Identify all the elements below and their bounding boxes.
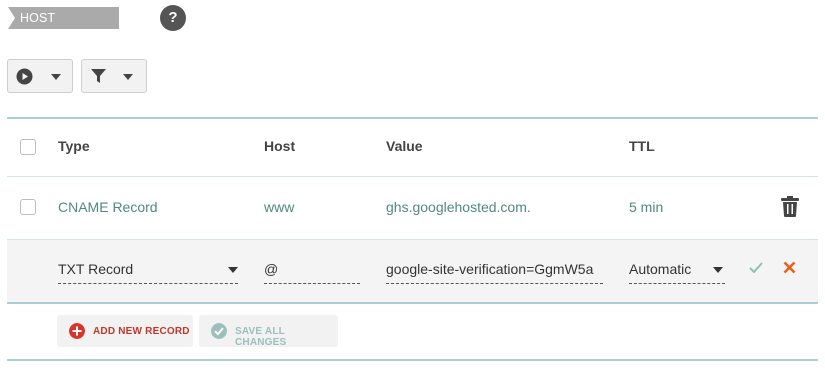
record-ttl[interactable]: 5 min [629, 199, 663, 215]
section-title-tag: HOST RECORDS [8, 7, 119, 29]
table-top-rule [7, 117, 818, 119]
record-type[interactable]: CNAME Record [58, 199, 158, 215]
check-circle-icon [211, 323, 227, 339]
plus-circle-icon [69, 323, 85, 339]
value-input[interactable]: google-site-verification=GgmW5a [386, 262, 603, 284]
ttl-select[interactable]: Automatic [629, 262, 725, 284]
ttl-select-value: Automatic [629, 262, 692, 277]
close-icon[interactable] [783, 261, 796, 274]
type-select-value: TXT Record [58, 262, 134, 277]
row-checkbox[interactable] [20, 199, 36, 215]
play-circle-icon [16, 68, 33, 85]
checkmark-icon[interactable] [749, 262, 763, 273]
filter-dropdown-button[interactable] [81, 59, 147, 93]
column-header-ttl: TTL [629, 138, 655, 154]
actions-dropdown-button[interactable] [7, 59, 73, 93]
save-all-changes-button[interactable]: SAVE ALL CHANGES [199, 315, 338, 348]
chevron-down-icon [123, 74, 133, 80]
record-host[interactable]: www [264, 199, 294, 215]
column-header-host: Host [264, 138, 296, 154]
chevron-down-icon [228, 267, 238, 273]
select-all-checkbox[interactable] [20, 139, 36, 155]
save-all-changes-label: SAVE ALL CHANGES [235, 326, 287, 348]
filter-icon [91, 69, 106, 83]
question-mark-icon[interactable]: ? [160, 5, 186, 31]
chevron-down-icon [713, 267, 723, 273]
column-header-value: Value [386, 138, 423, 154]
trash-icon[interactable] [781, 196, 799, 217]
chevron-down-icon [51, 74, 61, 80]
edit-row-bottom-rule [7, 302, 818, 304]
table-bottom-rule [7, 359, 818, 361]
add-new-record-label: ADD NEW RECORD [93, 326, 190, 337]
host-input[interactable]: @ [264, 262, 360, 284]
column-header-type: Type [58, 138, 90, 154]
add-new-record-button[interactable]: ADD NEW RECORD [57, 315, 193, 347]
record-value[interactable]: ghs.googlehosted.com. [386, 199, 531, 215]
type-select[interactable]: TXT Record [58, 262, 238, 284]
header-divider [7, 176, 818, 177]
